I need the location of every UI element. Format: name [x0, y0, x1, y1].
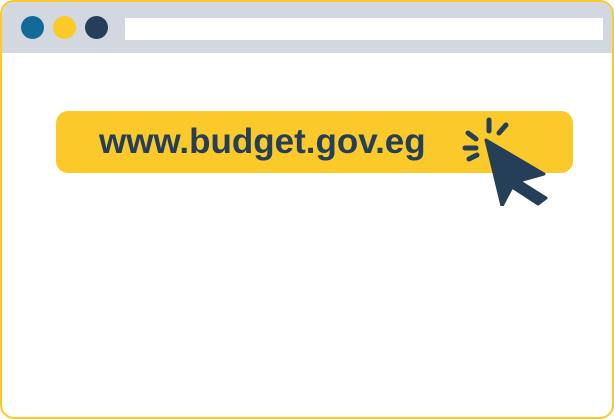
address-bar[interactable] — [125, 18, 603, 40]
cursor-click-icon — [462, 117, 548, 206]
minimize-window-dot[interactable] — [53, 16, 76, 39]
title-bar — [2, 2, 612, 53]
browser-window: www.budget.gov.eg — [0, 0, 614, 419]
close-window-dot[interactable] — [21, 16, 44, 39]
url-link-text[interactable]: www.budget.gov.eg — [99, 118, 426, 166]
maximize-window-dot[interactable] — [85, 16, 108, 39]
